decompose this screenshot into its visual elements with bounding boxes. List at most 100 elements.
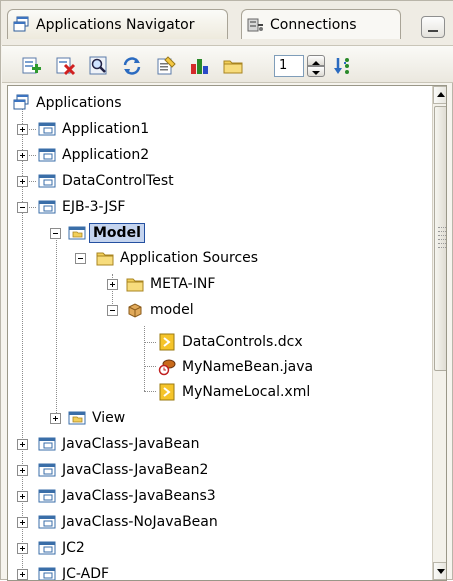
chart-icon[interactable] bbox=[188, 55, 210, 77]
tab-applications-navigator[interactable]: Applications Navigator bbox=[7, 9, 228, 39]
tree-node-ejb-3-jsf[interactable]: EJB-3-JSF bbox=[38, 196, 128, 218]
tree-node-label: JC2 bbox=[62, 540, 85, 556]
grip-line bbox=[438, 231, 446, 232]
tree-connector bbox=[144, 366, 156, 367]
application-tree[interactable]: Applications Application1 Application2 D… bbox=[7, 85, 447, 581]
spin-up-button[interactable] bbox=[307, 55, 325, 66]
tree-node-datacontroltest[interactable]: DataControlTest bbox=[38, 170, 177, 192]
project-folder-icon bbox=[68, 224, 86, 242]
expand-toggle[interactable] bbox=[17, 517, 28, 528]
grip-line bbox=[438, 243, 446, 244]
tree-node-label: model bbox=[150, 302, 194, 318]
project-icon bbox=[38, 435, 56, 453]
tree-node-label: Applications bbox=[36, 95, 122, 111]
expand-toggle[interactable] bbox=[17, 176, 28, 187]
tree-node-javaclass-javabeans3[interactable]: JavaClass-JavaBeans3 bbox=[38, 485, 219, 507]
spin-down-button[interactable] bbox=[307, 66, 325, 77]
tree-node-label: View bbox=[92, 410, 126, 426]
tree-node-application2[interactable]: Application2 bbox=[38, 144, 152, 166]
tree-node-label: Application1 bbox=[62, 121, 150, 137]
expand-toggle[interactable] bbox=[17, 491, 28, 502]
tree-node-application1[interactable]: Application1 bbox=[38, 118, 152, 140]
tree-node-meta-inf[interactable]: META-INF bbox=[126, 273, 218, 295]
toolbar: 1 bbox=[2, 45, 453, 83]
tree-node-mynamelocal-xml[interactable]: MyNameLocal.xml bbox=[158, 381, 313, 403]
folder-icon bbox=[96, 249, 114, 267]
project-icon bbox=[38, 120, 56, 138]
connections-icon bbox=[246, 16, 264, 34]
expand-toggle[interactable] bbox=[17, 543, 28, 554]
xml-file-icon bbox=[158, 333, 176, 351]
collapse-toggle[interactable] bbox=[17, 202, 28, 213]
tree-node-label: JavaClass-JavaBean2 bbox=[62, 462, 209, 478]
properties-icon[interactable] bbox=[155, 55, 177, 77]
tree-node-application-sources[interactable]: Application Sources bbox=[96, 247, 261, 269]
project-folder-icon bbox=[68, 409, 86, 427]
scroll-thumb[interactable] bbox=[434, 106, 446, 371]
tree-node-datacontrols-dcx[interactable]: DataControls.dcx bbox=[158, 331, 306, 353]
expand-toggle[interactable] bbox=[17, 439, 28, 450]
expand-toggle[interactable] bbox=[17, 124, 28, 135]
tab-bar: Applications Navigator Connections bbox=[1, 1, 453, 45]
project-icon bbox=[38, 172, 56, 190]
tree-connector bbox=[56, 229, 57, 417]
tree-node-label: MyNameLocal.xml bbox=[182, 384, 311, 400]
tree-node-jc2[interactable]: JC2 bbox=[38, 537, 88, 559]
tree-node-label: DataControlTest bbox=[62, 173, 174, 189]
collapse-toggle[interactable] bbox=[107, 305, 118, 316]
new-icon[interactable] bbox=[20, 55, 42, 77]
tree-node-label: JavaClass-NoJavaBean bbox=[62, 514, 218, 530]
expand-toggle[interactable] bbox=[17, 150, 28, 161]
tree-node-javaclass-javabean2[interactable]: JavaClass-JavaBean2 bbox=[38, 459, 211, 481]
tree-node-label: EJB-3-JSF bbox=[62, 199, 126, 215]
minimize-button[interactable] bbox=[421, 16, 445, 38]
vertical-scrollbar[interactable] bbox=[432, 86, 446, 580]
tree-node-jc-adf[interactable]: JC-ADF bbox=[38, 563, 112, 581]
scroll-up-button[interactable] bbox=[433, 86, 446, 104]
collapse-toggle[interactable] bbox=[75, 253, 86, 264]
xml-file-icon bbox=[158, 383, 176, 401]
sort-icon[interactable] bbox=[332, 55, 354, 77]
delete-icon[interactable] bbox=[54, 55, 76, 77]
refresh-icon[interactable] bbox=[121, 55, 143, 77]
scroll-down-button[interactable] bbox=[433, 562, 446, 580]
expand-toggle[interactable] bbox=[50, 413, 61, 424]
folder-icon[interactable] bbox=[222, 55, 244, 77]
tab-label: Connections bbox=[270, 16, 357, 33]
grip-line bbox=[438, 235, 446, 236]
tree-node-mynamebean-java[interactable]: MyNameBean.java bbox=[158, 356, 316, 378]
tree-node-label: Model bbox=[89, 223, 145, 243]
tree-node-javaclass-nojavabean[interactable]: JavaClass-NoJavaBean bbox=[38, 511, 221, 533]
tree-node-label: JavaClass-JavaBean bbox=[62, 436, 200, 452]
tab-connections[interactable]: Connections bbox=[241, 9, 401, 39]
folder-icon bbox=[126, 275, 144, 293]
tree-node-model-project[interactable]: Model bbox=[68, 222, 145, 244]
level-field[interactable]: 1 bbox=[274, 55, 304, 77]
grip-line bbox=[438, 227, 446, 228]
tree-node-model-package[interactable]: model bbox=[126, 299, 197, 321]
find-icon[interactable] bbox=[88, 55, 110, 77]
tree-connector bbox=[144, 391, 156, 392]
expand-toggle[interactable] bbox=[17, 465, 28, 476]
project-icon bbox=[38, 513, 56, 531]
tree-node-view[interactable]: View bbox=[68, 407, 128, 429]
project-icon bbox=[38, 461, 56, 479]
expand-toggle[interactable] bbox=[17, 569, 28, 580]
project-icon bbox=[38, 198, 56, 216]
tree-node-label: JavaClass-JavaBeans3 bbox=[62, 488, 216, 504]
tree-node-javaclass-javabean[interactable]: JavaClass-JavaBean bbox=[38, 433, 202, 455]
tree-node-label: JC-ADF bbox=[62, 566, 110, 581]
tree-node-label: Application2 bbox=[62, 147, 150, 163]
tab-label: Applications Navigator bbox=[36, 16, 195, 33]
java-bean-icon bbox=[158, 358, 176, 376]
tree-node-label: Application Sources bbox=[120, 250, 259, 266]
tree-root-applications[interactable]: Applications bbox=[12, 92, 125, 114]
project-icon bbox=[38, 565, 56, 580]
tree-node-label: META-INF bbox=[150, 276, 216, 292]
tree-node-label: MyNameBean.java bbox=[182, 359, 314, 375]
grip-line bbox=[438, 239, 446, 240]
project-icon bbox=[38, 487, 56, 505]
expand-toggle[interactable] bbox=[107, 279, 118, 290]
tree-connector bbox=[144, 342, 156, 343]
collapse-toggle[interactable] bbox=[50, 228, 61, 239]
